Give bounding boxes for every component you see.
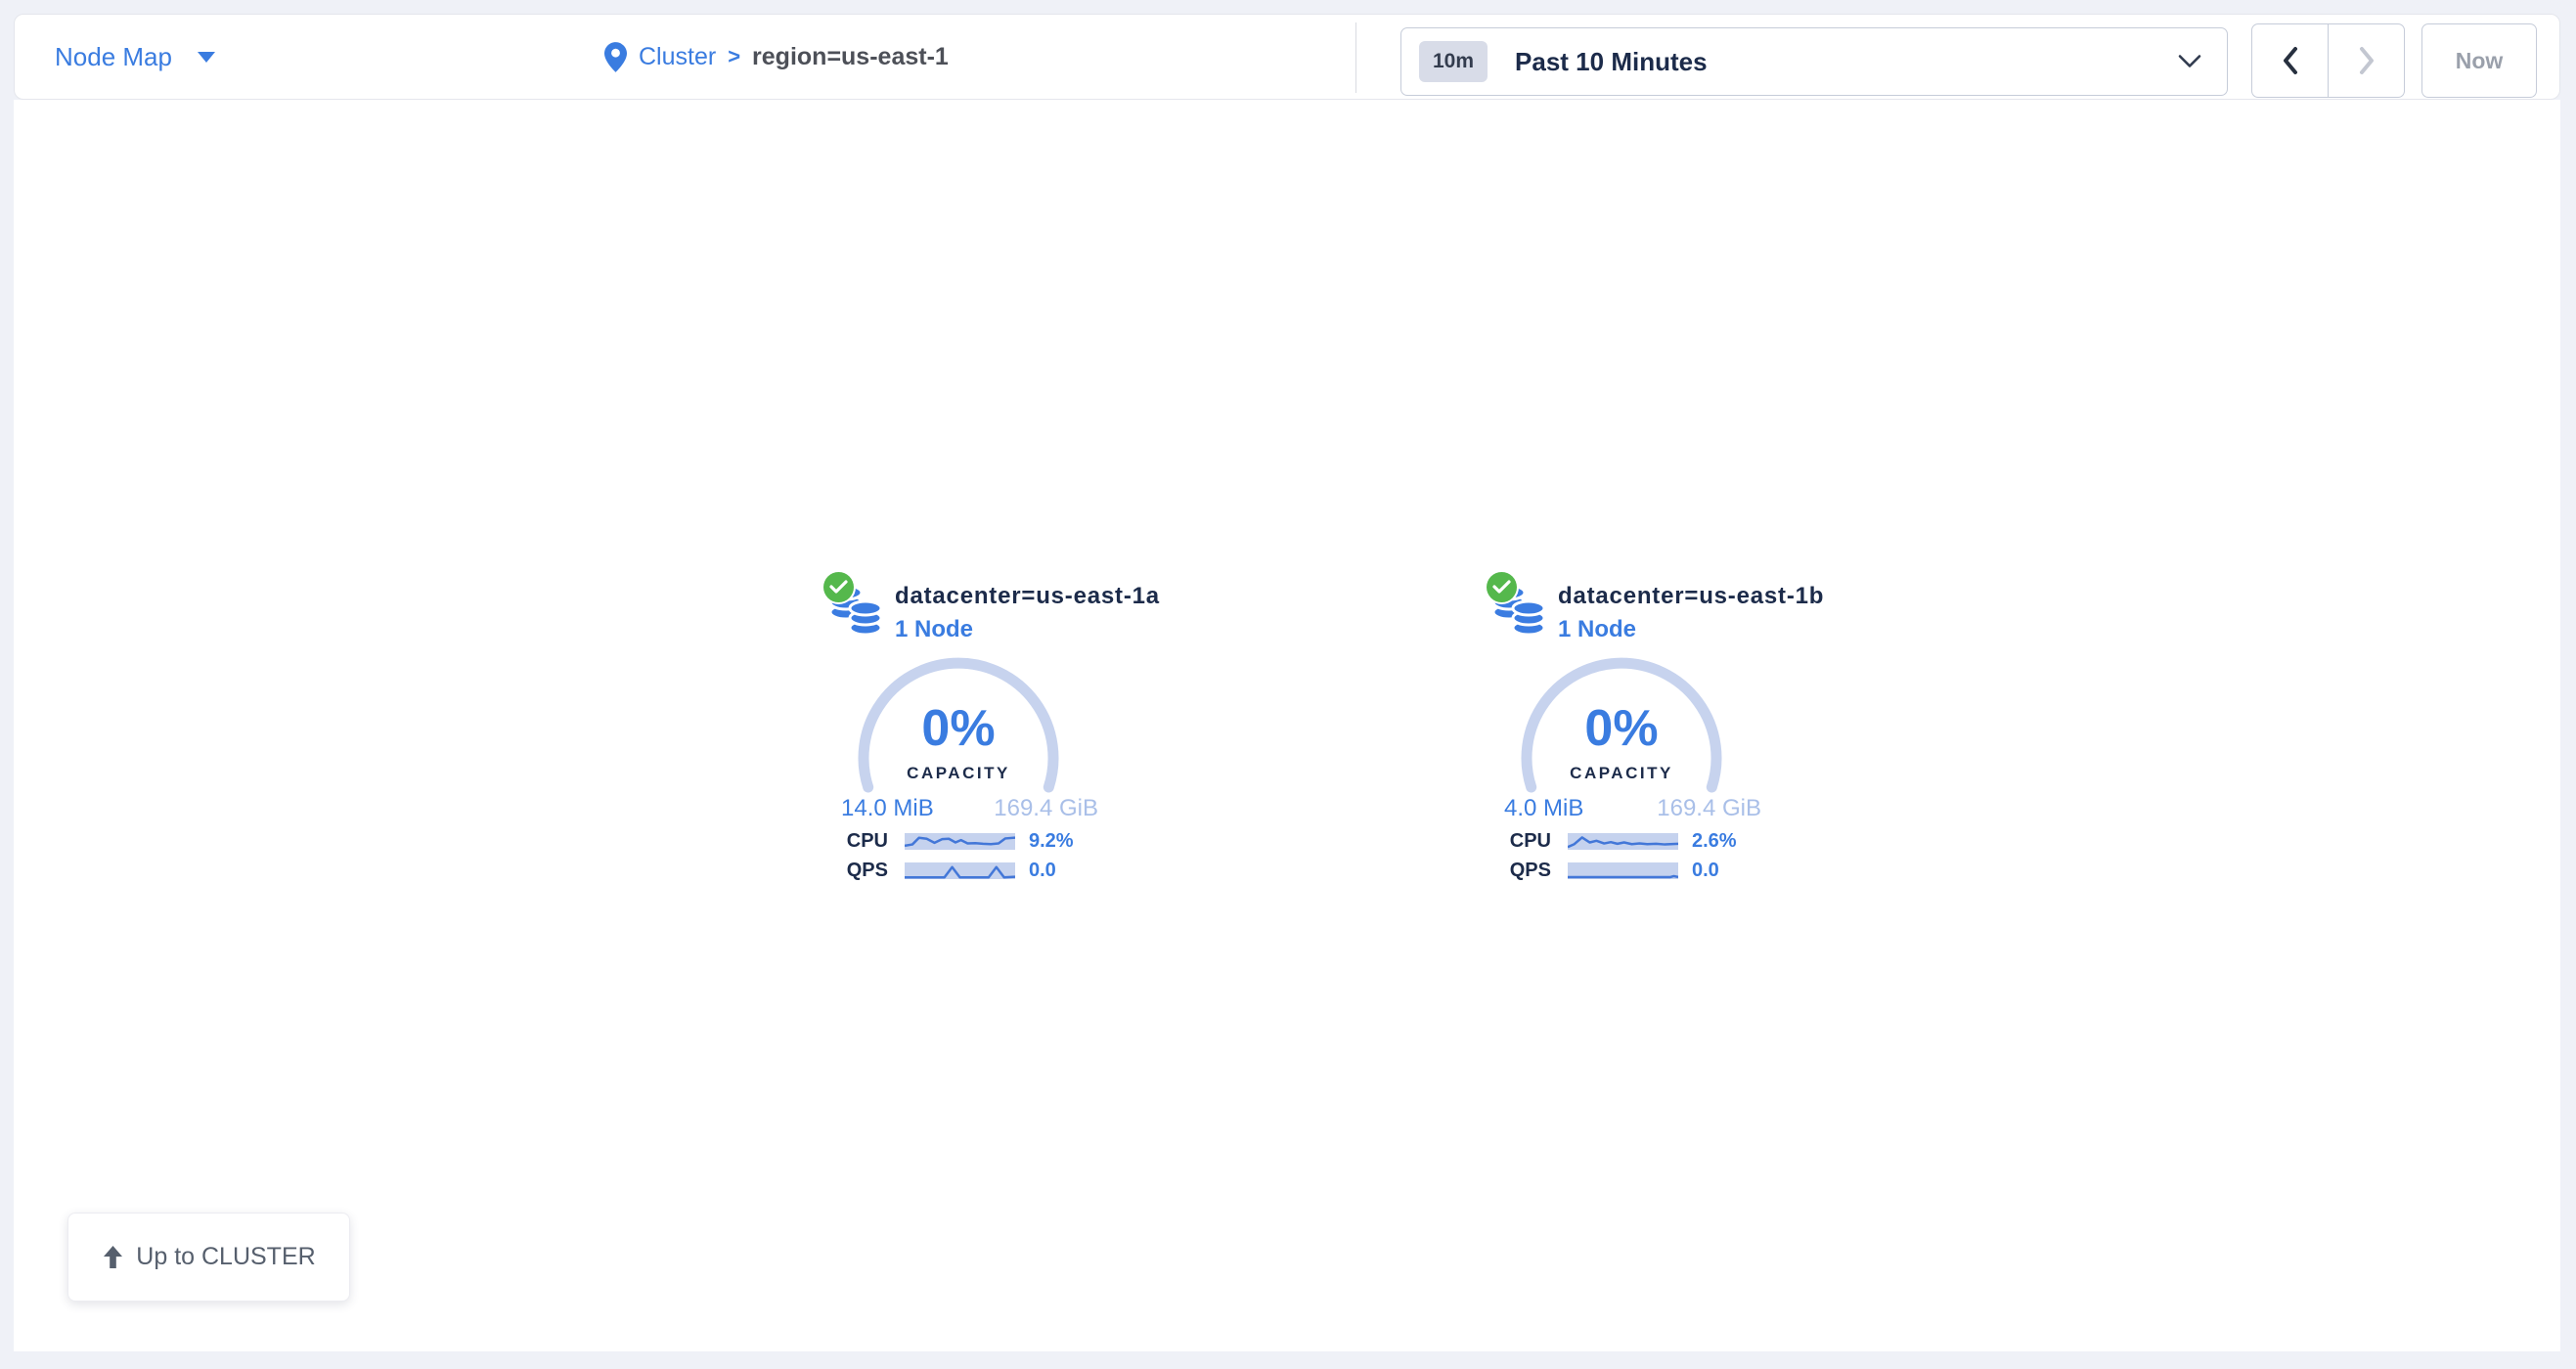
breadcrumb-current: region=us-east-1 [752, 43, 949, 71]
cpu-sparkline [1568, 833, 1678, 850]
breadcrumb-separator: > [728, 44, 740, 69]
node-map-canvas: datacenter=us-east-1a 1 Node 0% CAPACITY… [14, 100, 2560, 1351]
view-selector-label: Node Map [55, 42, 172, 72]
time-range-select[interactable]: 10m Past 10 Minutes [1400, 27, 2228, 96]
locality-node-count: 1 Node [895, 616, 973, 643]
caret-down-icon [198, 52, 215, 63]
up-to-cluster-label: Up to CLUSTER [136, 1243, 315, 1271]
cpu-metric-row: CPU 9.2% [812, 830, 1105, 852]
capacity-percent: 0% [849, 699, 1068, 758]
capacity-percent: 0% [1512, 699, 1731, 758]
qps-label: QPS [1475, 860, 1551, 882]
qps-sparkline [905, 862, 1015, 879]
locality-card-us-east-1a[interactable]: datacenter=us-east-1a 1 Node 0% CAPACITY… [812, 572, 1105, 897]
top-bar: Node Map Cluster > region=us-east-1 10m … [14, 14, 2560, 100]
breadcrumb: Cluster > region=us-east-1 [604, 15, 949, 99]
qps-value: 0.0 [1692, 860, 1719, 882]
cpu-sparkline [905, 833, 1015, 850]
topbar-divider [1355, 22, 1356, 93]
locality-node-count: 1 Node [1558, 616, 1636, 643]
up-to-cluster-button[interactable]: Up to CLUSTER [67, 1213, 350, 1302]
location-pin-icon [604, 42, 627, 72]
qps-value: 0.0 [1029, 860, 1056, 882]
capacity-used: 4.0 MiB [1504, 795, 1583, 822]
cpu-value: 2.6% [1692, 830, 1737, 853]
capacity-total: 169.4 GiB [1657, 795, 1761, 822]
capacity-values: 14.0 MiB 169.4 GiB [841, 795, 1098, 822]
locality-card-us-east-1b[interactable]: datacenter=us-east-1b 1 Node 0% CAPACITY… [1475, 572, 1768, 897]
cpu-label: CPU [812, 830, 888, 853]
now-button[interactable]: Now [2421, 23, 2537, 98]
capacity-label: CAPACITY [1512, 764, 1731, 783]
locality-title: datacenter=us-east-1a [895, 583, 1160, 610]
time-prev-button[interactable] [2252, 24, 2328, 97]
qps-metric-row: QPS 0.0 [812, 860, 1105, 881]
healthy-check-icon [823, 572, 854, 602]
time-step-buttons [2251, 23, 2405, 98]
node-map-page: Node Map Cluster > region=us-east-1 10m … [0, 0, 2576, 1369]
capacity-total: 169.4 GiB [994, 795, 1098, 822]
chevron-down-icon [2178, 55, 2201, 69]
cpu-value: 9.2% [1029, 830, 1074, 853]
qps-sparkline [1568, 862, 1678, 879]
healthy-check-icon [1487, 572, 1517, 602]
cpu-metric-row: CPU 2.6% [1475, 830, 1768, 852]
view-selector-dropdown[interactable]: Node Map [55, 15, 215, 99]
arrow-up-icon [102, 1245, 124, 1269]
time-range-badge: 10m [1419, 41, 1488, 82]
capacity-label: CAPACITY [849, 764, 1068, 783]
locality-title: datacenter=us-east-1b [1558, 583, 1824, 610]
breadcrumb-cluster-link[interactable]: Cluster [639, 43, 716, 71]
capacity-used: 14.0 MiB [841, 795, 934, 822]
time-range-label: Past 10 Minutes [1515, 47, 1708, 77]
time-next-button[interactable] [2328, 24, 2404, 97]
capacity-values: 4.0 MiB 169.4 GiB [1504, 795, 1761, 822]
qps-metric-row: QPS 0.0 [1475, 860, 1768, 881]
cpu-label: CPU [1475, 830, 1551, 853]
qps-label: QPS [812, 860, 888, 882]
chevron-left-icon [2282, 46, 2299, 75]
chevron-right-icon [2358, 46, 2376, 75]
